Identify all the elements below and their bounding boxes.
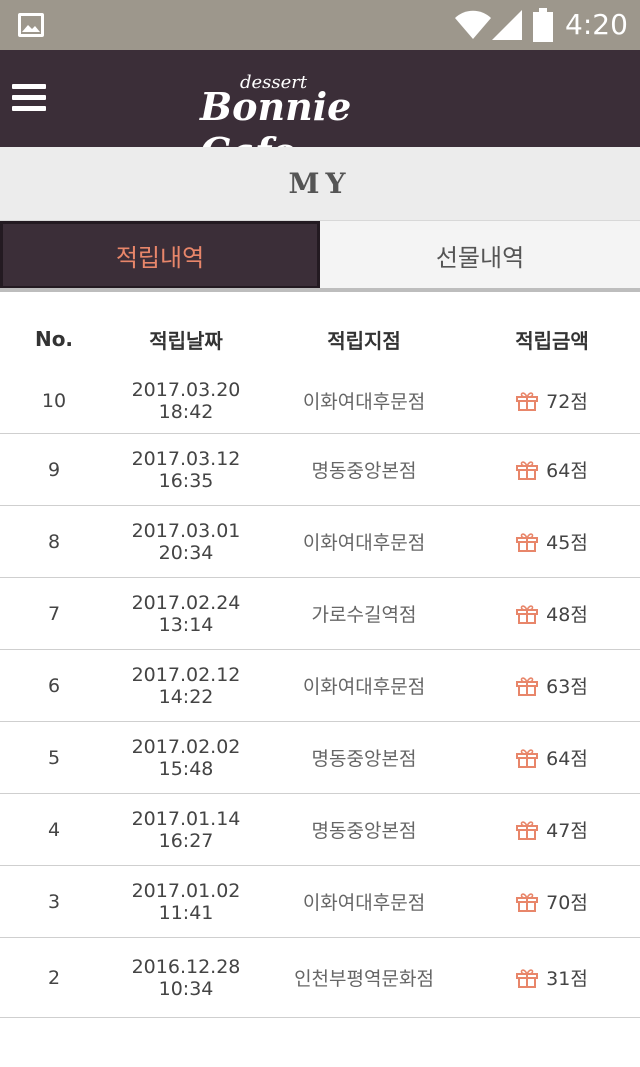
row-amount: 47점	[464, 816, 640, 843]
row-branch: 명동중앙본점	[311, 460, 417, 482]
header-branch: 적립지점	[327, 328, 401, 353]
row-amount: 64점	[464, 456, 640, 483]
row-no: 2	[47, 966, 61, 989]
wifi-icon	[455, 10, 491, 40]
image-icon	[18, 13, 44, 37]
gift-icon	[516, 676, 539, 696]
header-amount: 적립금액	[515, 328, 589, 353]
row-date: 2017.02.12 14:22	[131, 663, 241, 708]
row-no: 8	[47, 530, 61, 553]
table-row: 5 2017.02.02 15:48 명동중앙본점 64점	[0, 722, 640, 794]
battery-icon	[533, 8, 553, 42]
tab-gift-history[interactable]: 선물내역	[320, 221, 640, 289]
row-no: 3	[47, 890, 61, 913]
row-amount: 31점	[464, 964, 640, 991]
table-row: 2 2016.12.28 10:34 인천부평역문화점 31점	[0, 938, 640, 1018]
tab-bar: 적립내역 선물내역	[0, 221, 640, 292]
row-no: 4	[47, 818, 61, 841]
header-date: 적립날짜	[149, 328, 223, 353]
row-branch: 이화여대후문점	[302, 676, 426, 698]
row-date: 2017.01.02 11:41	[131, 879, 241, 924]
row-date: 2017.03.20 18:42	[131, 378, 241, 423]
row-amount: 72점	[464, 387, 640, 414]
row-no: 10	[41, 389, 67, 412]
row-date: 2017.02.24 13:14	[131, 591, 241, 636]
header-no: No.	[34, 327, 74, 351]
hamburger-menu-icon[interactable]	[12, 84, 46, 116]
row-branch: 가로수길역점	[311, 604, 417, 626]
row-date: 2017.03.12 16:35	[131, 447, 241, 492]
table-row: 10 2017.03.20 18:42 이화여대후문점 72점	[0, 368, 640, 434]
row-amount-value: 72점	[546, 391, 588, 413]
row-date: 2017.01.14 16:27	[131, 807, 241, 852]
gift-icon	[516, 820, 539, 840]
gift-icon	[516, 748, 539, 768]
row-amount-value: 47점	[546, 820, 588, 842]
row-branch: 명동중앙본점	[311, 820, 417, 842]
tab-earnings-history[interactable]: 적립내역	[0, 221, 320, 289]
row-branch: 인천부평역문화점	[294, 968, 434, 990]
row-amount-value: 64점	[546, 748, 588, 770]
signal-icon	[492, 10, 522, 40]
tab-divider	[0, 288, 640, 292]
table-row: 8 2017.03.01 20:34 이화여대후문점 45점	[0, 506, 640, 578]
gift-icon	[516, 604, 539, 624]
gift-icon	[516, 892, 539, 912]
brand-logo: dessert Bonnie Cafe	[200, 72, 445, 174]
row-branch: 이화여대후문점	[302, 391, 426, 413]
row-amount: 64점	[464, 744, 640, 771]
row-no: 6	[47, 674, 61, 697]
row-amount-value: 70점	[546, 892, 588, 914]
row-date: 2017.02.02 15:48	[131, 735, 241, 780]
row-amount: 70점	[464, 888, 640, 915]
clock: 4:20	[565, 8, 628, 41]
row-amount-value: 63점	[546, 676, 588, 698]
row-no: 9	[47, 458, 61, 481]
gift-icon	[516, 391, 539, 411]
row-date: 2016.12.28 10:34	[131, 955, 241, 1000]
row-amount-value: 45점	[546, 532, 588, 554]
gift-icon	[516, 532, 539, 552]
app-header: dessert Bonnie Cafe	[0, 50, 640, 174]
table-body: 10 2017.03.20 18:42 이화여대후문점 72점 9 2017.03.12 …	[0, 368, 640, 1018]
row-branch: 명동중앙본점	[311, 748, 417, 770]
row-no: 5	[47, 746, 61, 769]
row-amount: 48점	[464, 600, 640, 627]
table-row: 7 2017.02.24 13:14 가로수길역점 48점	[0, 578, 640, 650]
table-row: 4 2017.01.14 16:27 명동중앙본점 47점	[0, 794, 640, 866]
row-amount-value: 64점	[546, 460, 588, 482]
row-branch: 이화여대후문점	[302, 892, 426, 914]
table-row: 3 2017.01.02 11:41 이화여대후문점 70점	[0, 866, 640, 938]
page-title-band: MY	[0, 147, 640, 221]
row-no: 7	[47, 602, 61, 625]
gift-icon	[516, 968, 539, 988]
row-date: 2017.03.01 20:34	[131, 519, 241, 564]
row-amount-value: 48점	[546, 604, 588, 626]
row-amount: 45점	[464, 528, 640, 555]
row-branch: 이화여대후문점	[302, 532, 426, 554]
gift-icon	[516, 460, 539, 480]
table-row: 9 2017.03.12 16:35 명동중앙본점 64점	[0, 434, 640, 506]
table-header: No. 적립날짜 적립지점 적립금액	[0, 310, 640, 368]
status-bar: 4:20	[0, 0, 640, 50]
row-amount: 63점	[464, 672, 640, 699]
earnings-table: No. 적립날짜 적립지점 적립금액 10 2017.03.20 18:42 이화여…	[0, 310, 640, 1018]
table-row: 6 2017.02.12 14:22 이화여대후문점 63점	[0, 650, 640, 722]
page-title: MY	[288, 167, 352, 200]
row-amount-value: 31점	[546, 968, 588, 990]
